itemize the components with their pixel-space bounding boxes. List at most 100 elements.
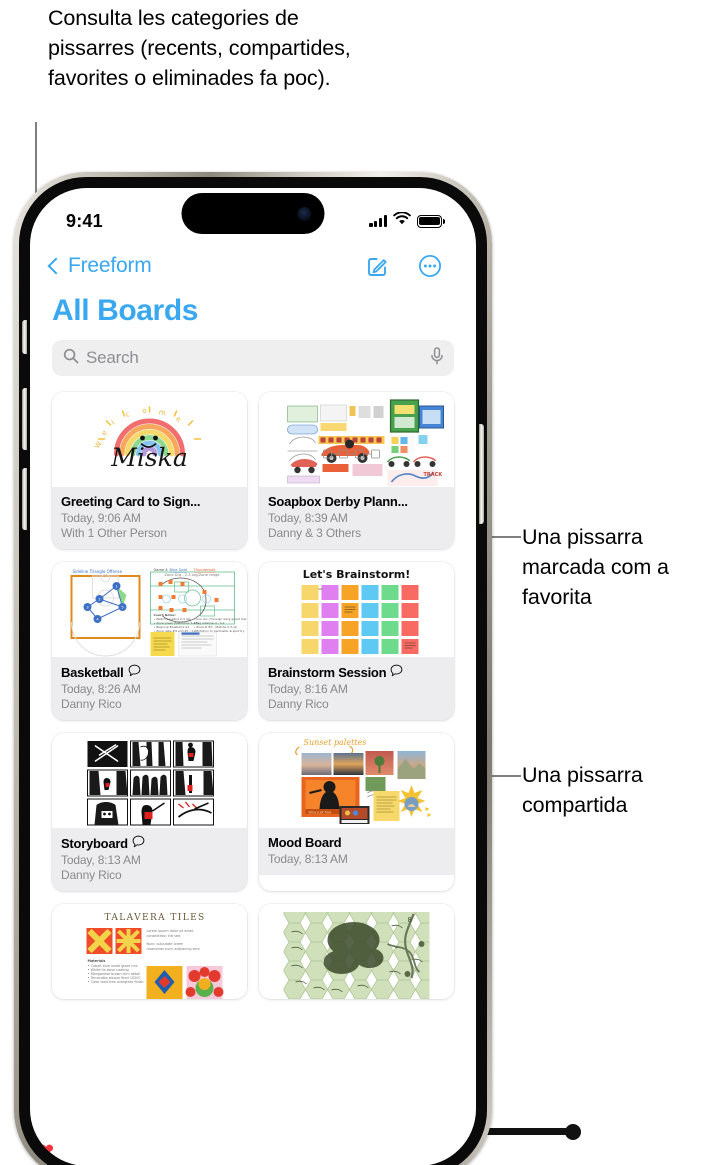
board-participants: Danny Rico: [61, 868, 122, 882]
board-participants: Danny Rico: [268, 697, 329, 711]
board-timestamp: Today, 8:26 AM: [61, 681, 141, 696]
hex-terrain-map-thumb: 8: [261, 904, 452, 999]
board-meta: Greeting Card to Sign... Today, 9:06 AM …: [52, 487, 247, 549]
search-placeholder-text: Search: [86, 348, 139, 367]
board-title: Basketball: [61, 664, 238, 680]
svg-text:Sideline Triangle Offense: Sideline Triangle Offense: [73, 569, 123, 574]
board-title: Mood Board: [268, 835, 342, 850]
back-button-label: Freeform: [68, 254, 152, 277]
board-thumbnail: W e l c o m e Miska: [52, 392, 247, 487]
board-thumbnail: Sunset palettes Bina just two: [259, 733, 454, 828]
greeting-card-rainbow-miska-thumb: W e l c o m e Miska: [54, 392, 245, 487]
svg-text:• Clear lead-free overglaze fi: • Clear lead-free overglaze finish: [88, 980, 144, 984]
more-circle-icon[interactable]: [418, 254, 442, 278]
basketball-play-diagram-thumb: Sideline Triangle Offense 12 345 Game 4 …: [54, 562, 246, 657]
svg-text:consectetur elit sed: consectetur elit sed: [147, 934, 181, 938]
storyboard-sketch-panels-thumb: [54, 733, 245, 828]
screenshot-root: Consulta les categories de pissarres (re…: [0, 0, 718, 1165]
board-card[interactable]: Sunset palettes Bina just two Mood Board…: [259, 733, 454, 891]
back-button-freeform[interactable]: Freeform: [47, 254, 152, 278]
board-title: Brainstorm Session: [268, 664, 445, 680]
svg-text:Bina just two: Bina just two: [309, 811, 332, 815]
board-timestamp: Today, 8:16 AM: [268, 681, 348, 696]
board-title: Storyboard: [61, 835, 238, 851]
board-card[interactable]: Sideline Triangle Offense 1 2 3 4 5 Game…: [52, 562, 247, 720]
device-bezel: 9:41 Freeform All Boards Search W e l c …: [19, 177, 487, 1165]
battery-icon: [417, 214, 445, 228]
svg-text:2: 2: [98, 597, 100, 601]
speech-bubble-icon: [390, 664, 403, 680]
device-screen: 9:41 Freeform All Boards Search W e l c …: [30, 188, 476, 1165]
boards-grid-partial-row: TALAVERA TILES Lorem ipsum dolor sit ame…: [30, 891, 476, 999]
status-bar-indicators: [369, 211, 445, 230]
speech-bubble-icon: [128, 664, 141, 680]
board-meta: Basketball Today, 8:26 AM Danny Rico: [52, 657, 247, 720]
talavera-tiles-thumb: TALAVERA TILES Lorem ipsum dolor sit ame…: [54, 904, 245, 999]
board-meta: Soapbox Derby Plann... Today, 8:39 AM Da…: [259, 487, 454, 549]
board-title: Soapbox Derby Plann...: [268, 494, 408, 509]
svg-text:TRACK: TRACK: [424, 472, 444, 478]
board-card[interactable]: W e l c o m e Miska ❤ Greeting Card to S…: [38, 392, 247, 1161]
wifi-icon: [393, 211, 411, 230]
svg-text:Zone D/g - 2-3 org/Zone range: Zone D/g - 2-3 org/Zone range: [165, 573, 221, 577]
board-card[interactable]: Let's Brainstorm! Brainstorm Session Tod…: [259, 562, 454, 720]
board-thumbnail: 8: [259, 904, 454, 999]
status-bar-clock: 9:41: [66, 210, 103, 231]
callout-leader-dot-right: [565, 1124, 581, 1140]
search-input[interactable]: Search: [52, 340, 454, 376]
board-thumbnail: Sideline Triangle Offense 1 2 3 4 5 Game…: [52, 562, 247, 657]
volume-down-button[interactable]: [22, 468, 27, 530]
board-meta: Brainstorm Session Today, 8:16 AM Danny …: [259, 657, 454, 720]
svg-text:1: 1: [115, 584, 117, 588]
board-title: Greeting Card to Sign...: [61, 494, 201, 509]
power-button[interactable]: [479, 424, 484, 524]
board-thumbnail: TALAVERA TILES Lorem ipsum dolor sit ame…: [52, 904, 247, 999]
board-card[interactable]: TRACK ❤ Soapbox Derby Plann... Today, 8:…: [38, 392, 454, 1161]
search-icon: [63, 348, 79, 369]
soapbox-derby-planning-thumb: TRACK: [261, 392, 452, 487]
board-meta: Mood Board Today, 8:13 AM: [259, 828, 454, 875]
board-meta: Storyboard Today, 8:13 AM Danny Rico: [52, 828, 247, 891]
board-card[interactable]: TALAVERA TILES Lorem ipsum dolor sit ame…: [52, 904, 247, 999]
board-thumbnail: Let's Brainstorm!: [259, 562, 454, 657]
brainstorm-sticky-notes-thumb: Let's Brainstorm!: [261, 562, 452, 657]
microphone-icon[interactable]: [430, 346, 444, 370]
status-bar: 9:41: [30, 188, 476, 242]
board-thumbnail: TRACK: [259, 392, 454, 487]
callout-categories: Consulta les categories de pissarres (re…: [48, 6, 351, 90]
svg-text:5: 5: [121, 605, 123, 609]
nav-bar-actions: [366, 254, 442, 278]
boards-grid: W e l c o m e Miska ❤ Greeting Card to S…: [30, 376, 476, 1161]
callout-favorite-board: Una pissarra marcada com a favorita: [522, 525, 669, 609]
board-timestamp: Today, 8:13 AM: [61, 852, 141, 867]
front-camera-icon: [297, 206, 312, 221]
board-card[interactable]: 8: [259, 904, 454, 999]
svg-text:8: 8: [408, 916, 412, 924]
search-bar-container: Search: [30, 330, 476, 376]
compose-icon[interactable]: [366, 254, 390, 278]
page-title: All Boards: [52, 294, 199, 327]
silent-switch-button[interactable]: [22, 320, 27, 354]
board-card[interactable]: Storyboard Today, 8:13 AM Danny Rico: [52, 733, 247, 891]
svg-text:TALAVERA TILES: TALAVERA TILES: [105, 913, 206, 923]
svg-text:Game 4: Game 4: [154, 568, 169, 572]
signal-bars-icon: [369, 215, 387, 227]
svg-text:Let's Brainstorm!: Let's Brainstorm!: [303, 568, 411, 581]
board-participants: Danny Rico: [61, 697, 122, 711]
board-timestamp: Today, 8:39 AM: [268, 510, 348, 525]
svg-text:maecenas nunc adipiscing sem: maecenas nunc adipiscing sem: [147, 947, 201, 951]
board-participants: With 1 Other Person: [61, 526, 167, 540]
board-timestamp: Today, 9:06 AM: [61, 510, 141, 525]
svg-text:Sunset palettes: Sunset palettes: [304, 738, 367, 747]
svg-text:Thunderbolt: Thunderbolt: [193, 568, 216, 572]
board-participants: Danny & 3 Others: [268, 526, 361, 540]
board-timestamp: Today, 8:13 AM: [268, 851, 348, 866]
svg-text:o: o: [142, 407, 147, 415]
svg-text:Blue Gold: Blue Gold: [170, 568, 187, 572]
volume-up-button[interactable]: [22, 388, 27, 450]
svg-text:3: 3: [86, 605, 88, 609]
iphone-device-frame: 9:41 Freeform All Boards Search W e l c …: [14, 172, 492, 1165]
svg-text:Nunc vulputate lorem: Nunc vulputate lorem: [147, 942, 184, 946]
callout-shared-board: Una pissarra compartida: [522, 763, 643, 817]
board-thumbnail: [52, 733, 247, 828]
